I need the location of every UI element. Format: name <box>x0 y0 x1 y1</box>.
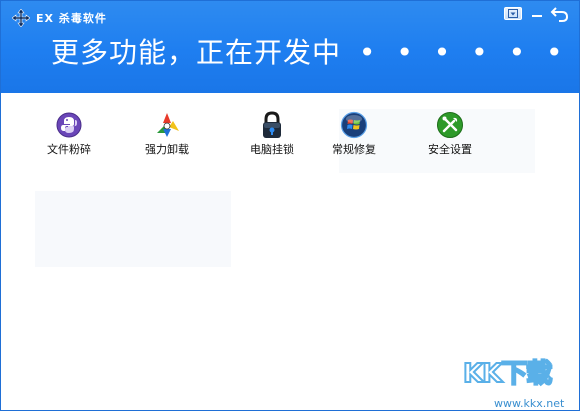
menu-button[interactable] <box>504 7 522 20</box>
tool-force-uninstall[interactable]: 强力卸载 <box>137 111 197 157</box>
colorful-swirl-icon <box>157 113 179 137</box>
tool-label: 强力卸载 <box>145 143 189 156</box>
watermark-logo: KK下载 <box>462 353 553 390</box>
tool-pc-lock[interactable]: 电脑挂锁 <box>242 111 302 157</box>
menu-dropdown-icon <box>508 9 518 18</box>
python-icon <box>56 112 82 138</box>
tool-label: 常规修复 <box>332 143 376 156</box>
development-banner: 更多功能，正在开发中 • • • • • • • <box>51 31 579 71</box>
tool-label: 文件粉碎 <box>47 143 91 156</box>
window-title: EX 杀毒软件 <box>36 12 107 25</box>
tool-label: 安全设置 <box>428 143 472 156</box>
green-tools-icon <box>437 112 463 138</box>
title-bar: EX 杀毒软件 更多功能，正在开发中 • • • • • • • <box>1 1 579 93</box>
back-arrow-icon[interactable] <box>550 5 570 23</box>
windows-orb-icon <box>340 111 368 139</box>
watermark-url: www.kkx.net <box>494 397 565 410</box>
minimize-icon <box>532 15 542 17</box>
banner-text: 更多功能，正在开发中 <box>51 36 342 69</box>
watermark-logo-text: KK下载 <box>462 358 553 390</box>
tool-label: 电脑挂锁 <box>250 143 294 156</box>
tool-security-settings[interactable]: 安全设置 <box>420 111 480 157</box>
padlock-icon <box>263 111 281 138</box>
banner-dots: • • • • • • • <box>358 36 579 69</box>
tool-file-shredder[interactable]: 文件粉碎 <box>39 111 99 157</box>
blank-panel-left <box>35 191 231 267</box>
tool-routine-repair[interactable]: 常规修复 <box>324 111 384 157</box>
move-arrows-icon <box>12 9 30 27</box>
minimize-button[interactable] <box>530 7 544 21</box>
app-window: EX 杀毒软件 更多功能，正在开发中 • • • • • • • <box>0 0 580 411</box>
